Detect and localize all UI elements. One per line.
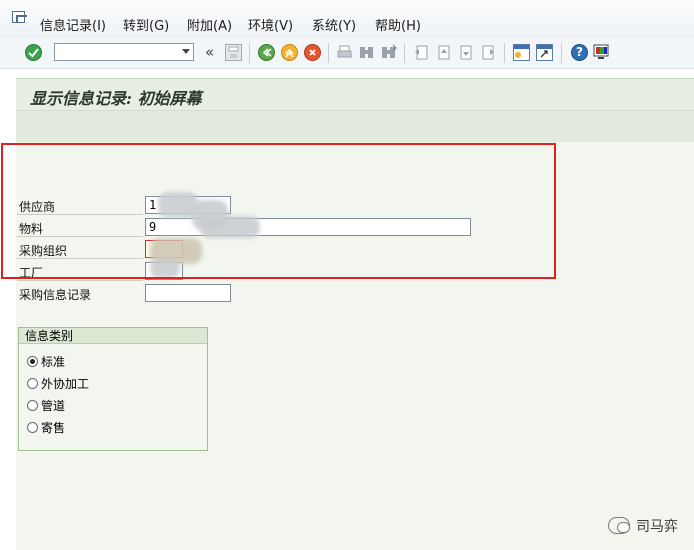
layout-icon[interactable] <box>593 44 610 61</box>
radio-button-icon[interactable] <box>27 400 38 411</box>
label-underline <box>17 258 143 259</box>
shortcut-icon[interactable] <box>536 44 553 61</box>
next-page-icon[interactable] <box>457 44 474 61</box>
radio-standard[interactable]: 标准 <box>27 353 65 370</box>
command-field[interactable] <box>54 43 194 61</box>
radio-label: 管道 <box>41 399 66 413</box>
watermark: 司马弈 <box>608 516 678 536</box>
toolbar-separator <box>561 43 562 63</box>
purch-org-label: 采购组织 <box>19 244 68 258</box>
radio-label: 标准 <box>41 355 66 369</box>
watermark-text: 司马弈 <box>636 519 678 535</box>
info-record-field[interactable] <box>145 284 231 302</box>
menu-help[interactable]: 帮助(H) <box>375 15 421 34</box>
menu-system[interactable]: 系统(Y) <box>312 15 356 34</box>
info-record-input[interactable] <box>146 285 230 301</box>
plant-label: 工厂 <box>19 266 44 280</box>
wechat-icon <box>608 517 630 534</box>
menu-environment[interactable]: 环境(V) <box>248 15 293 34</box>
radio-label: 寄售 <box>41 421 66 435</box>
help-icon[interactable]: ? <box>571 44 588 61</box>
radio-consignment[interactable]: 寄售 <box>27 419 65 436</box>
menu-bar: 信息记录(I) 转到(G) 附加(A) 环境(V) 系统(Y) 帮助(H) <box>0 0 694 39</box>
prev-page-icon[interactable] <box>435 44 452 61</box>
label-underline <box>17 280 143 281</box>
find-icon[interactable] <box>358 44 375 61</box>
toolbar-separator <box>504 43 505 63</box>
sap-menu-icon[interactable] <box>12 11 27 23</box>
info-record-label: 采购信息记录 <box>19 288 92 302</box>
cancel-icon[interactable] <box>304 44 321 61</box>
check-icon[interactable] <box>25 44 42 61</box>
redaction-blur <box>150 260 180 278</box>
label-underline <box>17 214 143 215</box>
find-next-icon[interactable] <box>380 44 397 61</box>
title-bar: 显示信息记录: 初始屏幕 <box>16 78 694 111</box>
menu-info-record[interactable]: 信息记录(I) <box>40 15 106 34</box>
new-session-icon[interactable] <box>513 44 530 61</box>
collapse-chevron-icon[interactable]: « <box>205 43 214 61</box>
radio-button-icon[interactable] <box>27 356 38 367</box>
toolbar-separator <box>404 43 405 63</box>
print-icon[interactable] <box>336 44 353 61</box>
chevron-down-icon[interactable] <box>182 49 190 54</box>
radio-pipeline[interactable]: 管道 <box>27 397 65 414</box>
radio-button-icon[interactable] <box>27 422 38 433</box>
radio-label: 外协加工 <box>41 377 90 391</box>
menu-extras[interactable]: 附加(A) <box>187 15 232 34</box>
toolbar-separator <box>328 43 329 63</box>
info-category-title: 信息类别 <box>19 328 207 344</box>
label-underline <box>17 236 143 237</box>
vendor-label: 供应商 <box>19 200 56 214</box>
toolbar-separator <box>249 43 250 63</box>
save-icon[interactable] <box>225 44 242 61</box>
page-title: 显示信息记录: 初始屏幕 <box>30 89 202 108</box>
material-label: 物料 <box>19 222 44 236</box>
radio-button-icon[interactable] <box>27 378 38 389</box>
last-page-icon[interactable] <box>479 44 496 61</box>
radio-subcontracting[interactable]: 外协加工 <box>27 375 89 392</box>
command-input[interactable] <box>55 44 179 60</box>
menu-goto[interactable]: 转到(G) <box>123 15 169 34</box>
exit-icon[interactable] <box>281 44 298 61</box>
toolbar: « ? <box>0 38 694 69</box>
first-page-icon[interactable] <box>413 44 430 61</box>
redaction-blur <box>200 216 260 238</box>
back-icon[interactable] <box>258 44 275 61</box>
application-toolbar <box>16 110 694 143</box>
info-category-group: 信息类别 标准 外协加工 管道 寄售 <box>18 327 208 451</box>
